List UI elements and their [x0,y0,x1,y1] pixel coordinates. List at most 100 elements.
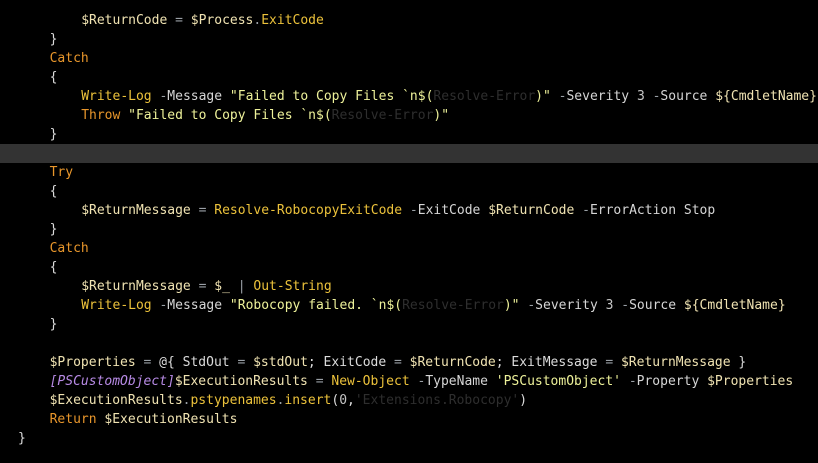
string-token: )" [433,108,450,123]
keyword-token: Throw [81,108,121,123]
code-line[interactable]: } [0,125,818,144]
string-token: )" [535,89,551,104]
operator-token: - [621,298,630,313]
operator-token: = [394,355,402,370]
code-line[interactable]: Catch [0,49,818,68]
code-line[interactable]: } [0,429,818,448]
code-line[interactable]: } [0,315,818,334]
text-token: } [18,431,26,446]
number-token: 0 [339,393,348,408]
parameter-token: Message [167,298,223,313]
text-token: ; ExitCode [307,355,394,370]
code-line[interactable]: Return $ExecutionResults [0,410,818,429]
code-line[interactable]: Try [0,163,818,182]
code-line[interactable]: $ReturnCode = $Process.ExitCode [0,11,818,30]
variable-token: $ExecutionResults [49,393,183,408]
code-line[interactable]: } [0,220,818,239]
variable-token: $ReturnCode [409,355,496,370]
parameter-token: Severity [566,89,630,104]
code-line[interactable]: Throw "Failed to Copy Files `n$(Resolve-… [0,106,818,125]
text-token: } [49,222,58,237]
operator-token: = [190,203,215,218]
variable-token: $Process [190,13,254,28]
code-line[interactable]: $ReturnMessage = Resolve-RobocopyExitCod… [0,201,818,220]
string-token: )" [503,298,520,313]
parameter-token: Source [660,89,708,104]
operator-token: = [135,355,160,370]
operator-token: = [605,355,614,370]
code-line[interactable] [0,334,818,353]
code-line[interactable]: $ExecutionResults.pstypenames.insert(0,'… [0,391,818,410]
variable-token: $_ [214,279,230,294]
code-line[interactable]: [PSCustomObject]$ExecutionResults = New-… [0,372,818,391]
code-editor[interactable]: $ReturnCode = $Process.ExitCode} Catch { Wr… [0,0,818,463]
parameter-token: Source [629,298,677,313]
variable-token: $Properties [49,355,136,370]
text-token: { [49,70,58,85]
code-line[interactable]: Catch [0,239,818,258]
command-token: pstypenames [190,393,277,408]
text-token: { [49,184,58,199]
variable-token: $ReturnMessage [81,203,191,218]
code-line[interactable]: Write-Log -Message "Failed to Copy Files… [0,87,818,106]
code-line[interactable]: { [0,258,818,277]
string-token: "Robocopy failed. `n$( [229,298,403,313]
code-line[interactable]: { [0,68,818,87]
faded-token: Resolve-Error [433,89,536,104]
variable-token: ${CmdletName} [683,298,786,313]
operator-token: - [527,298,536,313]
text-token: @{ StdOut [159,355,238,370]
faded-token: 'Extensions.Robocopy' [354,393,520,408]
code-line[interactable]: $Properties = @{ StdOut = $stdOut; ExitC… [0,353,818,372]
operator-token: = [167,13,191,28]
keyword-token: Catch [49,51,89,66]
variable-token: $ReturnMessage [620,355,731,370]
operator-token: = [190,279,215,294]
parameter-token: Property [636,374,700,389]
variable-token: $ReturnCode [488,203,575,218]
code-line[interactable]: $ReturnMessage = $_ | Out-String [0,277,818,296]
keyword-token: Return [49,412,97,427]
command-token: ExitCode [261,13,324,28]
command-token: New-Object [331,374,410,389]
faded-token: Resolve-Error [331,108,434,123]
text-token: } [730,355,747,370]
operator-token: - [628,374,637,389]
type-token: [PSCustomObject] [49,374,175,389]
text-token: } [49,317,58,332]
variable-token: $ReturnCode [81,13,168,28]
command-token: Write-Log [81,298,152,313]
parameter-token: ErrorAction [589,203,677,218]
text-token: { [49,260,58,275]
text-token: ) [519,393,528,408]
variable-token: $stdOut [253,355,308,370]
variable-token: ${CmdletName} [715,89,817,104]
keyword-token: Try [49,165,74,180]
operator-token: - [409,203,418,218]
code-line[interactable]: Write-Log - Message "Robocopy failed. `n$… [0,296,818,315]
current-line[interactable] [0,144,818,163]
text-token: } [49,127,58,142]
command-token: Resolve-RobocopyExitCode [214,203,403,218]
parameter-token: Severity [535,298,598,313]
variable-token: $ReturnMessage [81,279,191,294]
string-token: "Failed to Copy Files `n$( [229,89,434,104]
operator-token: = [307,374,332,389]
code-line[interactable]: } [0,30,818,49]
string-token: 'PSCustomObject' [495,374,621,389]
parameter-token: Message [167,89,223,104]
code-line[interactable]: { [0,182,818,201]
operator-token: | [229,279,254,294]
